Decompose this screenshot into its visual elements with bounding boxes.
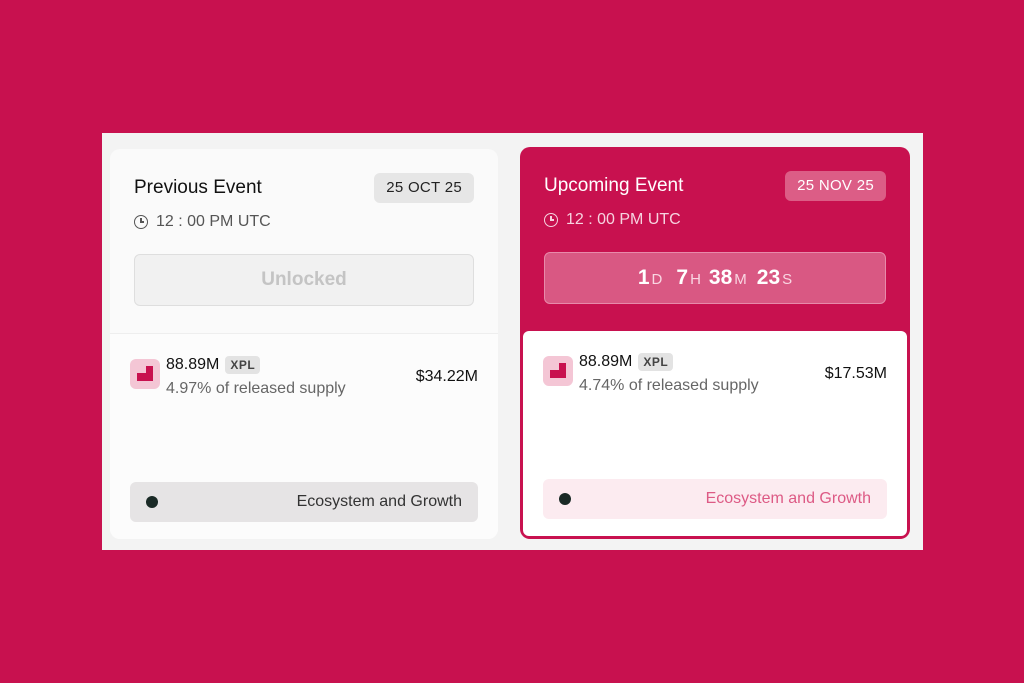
- upcoming-usd-value: $17.53M: [824, 365, 887, 382]
- previous-token-row: 88.89M XPL 4.97% of released supply $34.…: [130, 356, 478, 406]
- upcoming-event-time-text: 12 : 00 PM UTC: [566, 211, 681, 228]
- unlock-events-panel: Previous Event 25 OCT 25 12 : 00 PM UTC …: [102, 133, 923, 550]
- upcoming-event-header: Upcoming Event 25 NOV 25 12 : 00 PM UTC …: [520, 147, 910, 331]
- previous-event-header: Previous Event 25 OCT 25 12 : 00 PM UTC …: [110, 149, 498, 333]
- upcoming-event-title: Upcoming Event: [544, 175, 684, 196]
- previous-event-date-badge: 25 OCT 25: [374, 173, 474, 203]
- upcoming-category-label: Ecosystem and Growth: [705, 490, 871, 507]
- countdown-seconds: 23 S: [757, 266, 792, 290]
- unlocked-status: Unlocked: [134, 254, 474, 306]
- countdown-hours-label: H: [690, 271, 701, 288]
- countdown-hours-value: 7: [676, 266, 689, 289]
- previous-amount: 88.89M XPL: [166, 356, 261, 374]
- countdown-days-value: 1: [637, 266, 650, 289]
- countdown-days: 1 D: [638, 266, 663, 290]
- previous-event-time: 12 : 00 PM UTC: [134, 213, 271, 231]
- category-dot-icon: [146, 496, 158, 508]
- upcoming-event-date-badge: 25 NOV 25: [785, 171, 886, 201]
- xpl-token-icon: [543, 356, 573, 386]
- upcoming-event-card[interactable]: Upcoming Event 25 NOV 25 12 : 00 PM UTC …: [520, 147, 910, 539]
- previous-event-details: 88.89M XPL 4.97% of released supply $34.…: [110, 333, 498, 539]
- previous-amount-value: 88.89M: [166, 356, 220, 373]
- upcoming-category: Ecosystem and Growth: [543, 479, 887, 519]
- clock-icon: [544, 213, 558, 227]
- previous-event-title: Previous Event: [134, 177, 262, 198]
- upcoming-symbol-badge: XPL: [638, 353, 674, 371]
- countdown-days-label: D: [651, 271, 663, 288]
- previous-usd-value: $34.22M: [415, 368, 478, 385]
- countdown-minutes-value: 38: [708, 266, 733, 289]
- countdown-minutes: 38 M: [709, 266, 747, 290]
- upcoming-token-row: 88.89M XPL 4.74% of released supply $17.…: [543, 353, 887, 403]
- countdown-seconds-label: S: [782, 271, 793, 288]
- previous-supply-percent: 4.97% of released supply: [166, 380, 346, 397]
- countdown-timer: 1 D 7 H 38 M 23 S: [544, 252, 886, 304]
- previous-event-time-text: 12 : 00 PM UTC: [156, 213, 271, 230]
- previous-symbol-badge: XPL: [225, 356, 261, 374]
- upcoming-amount: 88.89M XPL: [579, 353, 674, 371]
- countdown-minutes-label: M: [734, 271, 747, 288]
- xpl-token-icon: [130, 359, 160, 389]
- previous-event-card[interactable]: Previous Event 25 OCT 25 12 : 00 PM UTC …: [110, 149, 498, 539]
- countdown-seconds-value: 23: [756, 266, 781, 289]
- upcoming-event-time: 12 : 00 PM UTC: [544, 211, 681, 229]
- countdown-hours: 7 H: [676, 266, 701, 290]
- upcoming-supply-percent: 4.74% of released supply: [579, 377, 759, 394]
- category-dot-icon: [559, 493, 571, 505]
- clock-icon: [134, 215, 148, 229]
- previous-category: Ecosystem and Growth: [130, 482, 478, 522]
- upcoming-amount-value: 88.89M: [579, 353, 633, 370]
- upcoming-event-details: 88.89M XPL 4.74% of released supply $17.…: [523, 331, 907, 536]
- previous-category-label: Ecosystem and Growth: [296, 493, 462, 510]
